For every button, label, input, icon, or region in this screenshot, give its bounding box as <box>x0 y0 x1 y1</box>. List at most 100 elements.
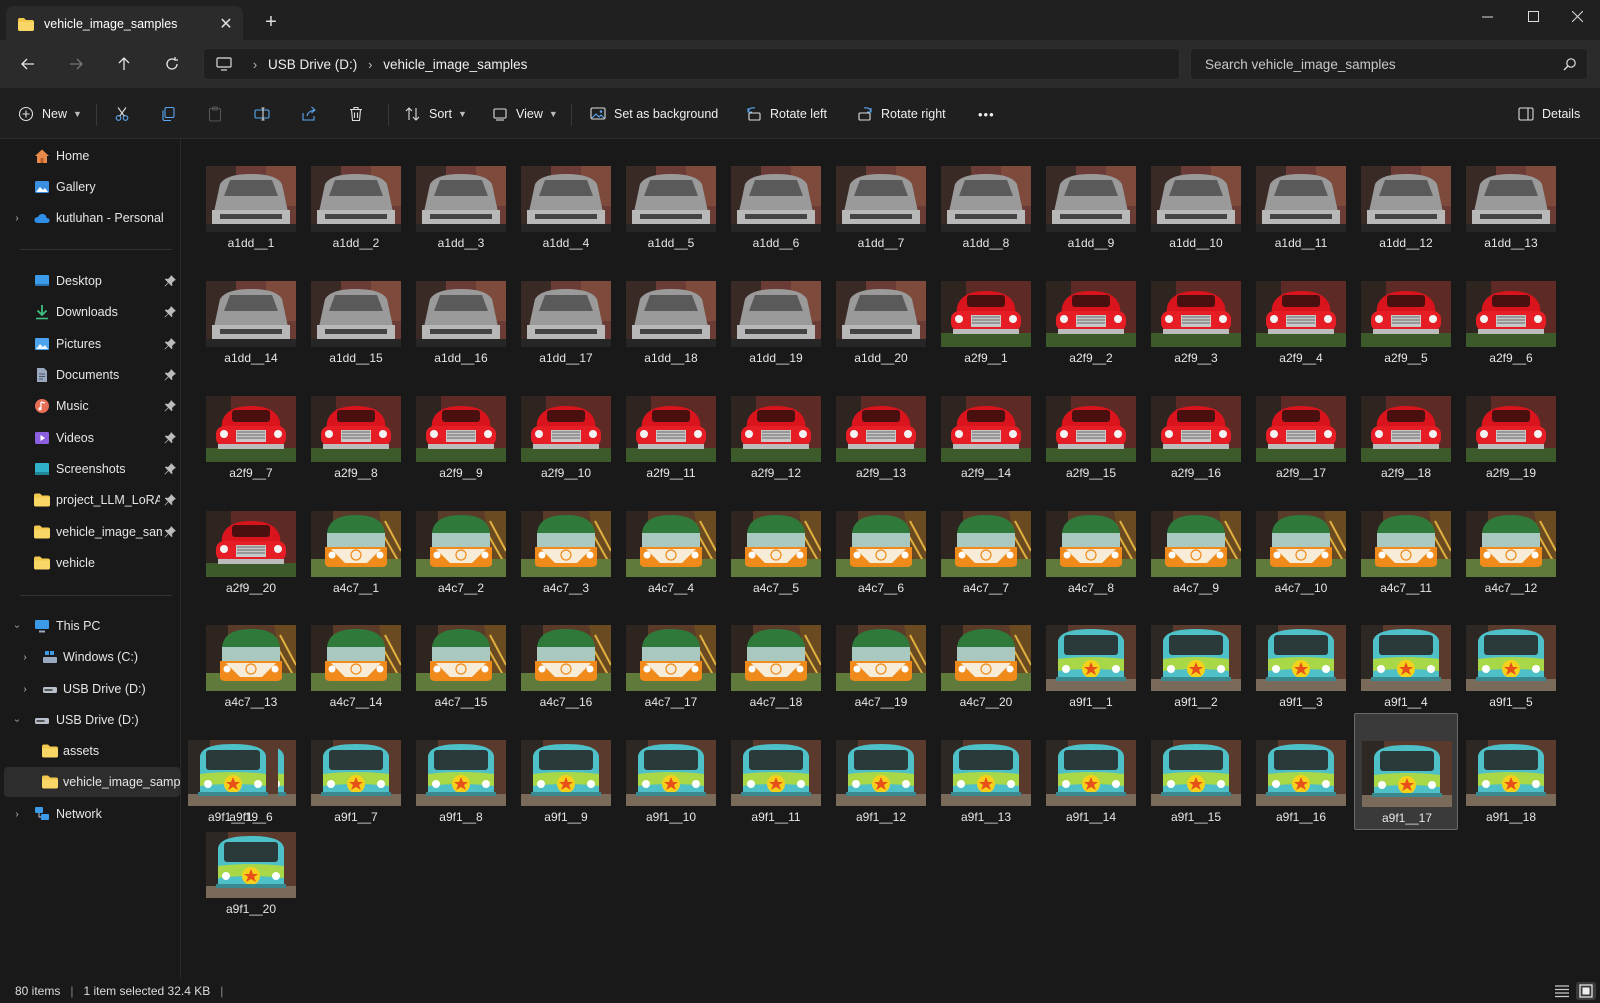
file-thumbnail[interactable]: a4c7__20 <box>934 598 1038 715</box>
cut-button[interactable] <box>114 99 130 129</box>
pin-icon[interactable] <box>164 494 176 506</box>
sidebar-item-documents[interactable]: Documents <box>0 360 180 390</box>
tab-close-icon[interactable]: ✕ <box>209 14 243 34</box>
tab-active[interactable]: vehicle_image_samples ✕ <box>6 6 243 42</box>
file-thumbnail[interactable]: a1dd__20 <box>829 254 933 371</box>
file-thumbnail[interactable]: a2f9__16 <box>1144 369 1248 486</box>
file-thumbnail[interactable]: a2f9__10 <box>514 369 618 486</box>
file-thumbnail[interactable]: a1dd__4 <box>514 139 618 256</box>
pin-icon[interactable] <box>164 306 176 318</box>
file-thumbnail[interactable]: a1dd__3 <box>409 139 513 256</box>
maximize-button[interactable] <box>1510 0 1556 32</box>
sidebar-item-gallery[interactable]: Gallery <box>0 172 180 202</box>
file-thumbnail[interactable]: a9f1__8 <box>409 713 513 830</box>
sidebar-item-this-pc[interactable]: › This PC <box>0 611 180 641</box>
file-thumbnail[interactable]: a4c7__16 <box>514 598 618 715</box>
share-button[interactable] <box>301 99 317 129</box>
file-thumbnail[interactable]: a1dd__13 <box>1459 139 1563 256</box>
file-thumbnail[interactable]: a4c7__7 <box>934 484 1038 601</box>
chevron-down-icon[interactable]: › <box>12 619 23 633</box>
forward-button[interactable] <box>60 49 92 79</box>
file-thumbnail[interactable]: a2f9__5 <box>1354 254 1458 371</box>
file-thumbnail[interactable]: a2f9__13 <box>829 369 933 486</box>
set-background-button[interactable]: Set as background <box>590 99 718 129</box>
file-thumbnail[interactable]: a4c7__3 <box>514 484 618 601</box>
breadcrumb-vehicle-image-samples[interactable]: vehicle_image_samples <box>383 57 527 72</box>
copy-button[interactable] <box>160 99 176 129</box>
file-thumbnail[interactable]: a9f1__3 <box>1249 598 1353 715</box>
paste-button[interactable] <box>207 99 223 129</box>
new-button[interactable]: New ▼ <box>18 99 82 129</box>
file-thumbnail[interactable]: a9f1__11 <box>724 713 828 830</box>
pin-icon[interactable] <box>164 463 176 475</box>
file-thumbnail[interactable]: a1dd__6 <box>724 139 828 256</box>
file-thumbnail[interactable]: a2f9__12 <box>724 369 828 486</box>
pin-icon[interactable] <box>164 338 176 350</box>
search-box[interactable] <box>1190 48 1588 80</box>
up-button[interactable] <box>108 49 140 79</box>
file-thumbnail[interactable]: a4c7__10 <box>1249 484 1353 601</box>
file-thumbnail[interactable]: a2f9__14 <box>934 369 1038 486</box>
file-thumbnail[interactable]: a2f9__9 <box>409 369 513 486</box>
file-thumbnail[interactable]: a2f9__20 <box>199 484 303 601</box>
file-thumbnail[interactable]: a4c7__12 <box>1459 484 1563 601</box>
sidebar-item-pictures[interactable]: Pictures <box>0 329 180 359</box>
file-thumbnail[interactable]: a1dd__16 <box>409 254 513 371</box>
file-thumbnail[interactable]: a4c7__17 <box>619 598 723 715</box>
file-thumbnail[interactable]: a2f9__11 <box>619 369 723 486</box>
view-button[interactable]: View ▼ <box>492 99 558 129</box>
address-bar[interactable]: › USB Drive (D:) › vehicle_image_samples <box>203 48 1180 80</box>
file-thumbnail[interactable]: a9f1__18 <box>1459 713 1563 830</box>
minimize-button[interactable] <box>1464 0 1510 32</box>
back-button[interactable] <box>12 49 44 79</box>
file-thumbnail[interactable]: a1dd__2 <box>304 139 408 256</box>
sidebar-item-vehicle[interactable]: vehicle <box>0 548 180 578</box>
file-thumbnail[interactable]: a2f9__4 <box>1249 254 1353 371</box>
pin-icon[interactable] <box>164 432 176 444</box>
file-thumbnail[interactable]: a9f1__20 <box>199 805 303 922</box>
file-thumbnail[interactable]: a2f9__15 <box>1039 369 1143 486</box>
file-thumbnail[interactable]: a1dd__11 <box>1249 139 1353 256</box>
file-thumbnail[interactable]: a9f1__4 <box>1354 598 1458 715</box>
rotate-right-button[interactable]: Rotate right <box>857 99 946 129</box>
file-thumbnail[interactable]: a2f9__17 <box>1249 369 1353 486</box>
chevron-right-icon[interactable]: › <box>18 652 32 663</box>
file-thumbnail[interactable]: a4c7__4 <box>619 484 723 601</box>
sidebar-item-usb-drive-2[interactable]: › USB Drive (D:) <box>0 705 180 735</box>
search-input[interactable] <box>1205 56 1563 72</box>
file-thumbnail[interactable]: a2f9__18 <box>1354 369 1458 486</box>
file-thumbnail[interactable]: a2f9__19 <box>1459 369 1563 486</box>
pin-icon[interactable] <box>164 400 176 412</box>
pin-icon[interactable] <box>164 275 176 287</box>
large-icons-view-button[interactable] <box>1576 982 1596 1000</box>
refresh-button[interactable] <box>156 49 188 79</box>
sidebar-item-project-llm-lora[interactable]: project_LLM_LoRA <box>0 485 180 515</box>
sidebar-item-vehicle-image-sample-selected[interactable]: vehicle_image_sample <box>4 767 180 797</box>
sidebar-item-windows-c[interactable]: › Windows (C:) <box>0 642 180 672</box>
sort-button[interactable]: Sort ▼ <box>405 99 467 129</box>
rotate-left-button[interactable]: Rotate left <box>746 99 827 129</box>
file-thumbnail[interactable]: a4c7__1 <box>304 484 408 601</box>
details-button[interactable]: Details <box>1518 99 1580 129</box>
file-thumbnail[interactable]: a1dd__1 <box>199 139 303 256</box>
file-thumbnail[interactable]: a1dd__14 <box>199 254 303 371</box>
file-thumbnail[interactable]: a1dd__12 <box>1354 139 1458 256</box>
file-thumbnail[interactable]: a1dd__10 <box>1144 139 1248 256</box>
file-thumbnail[interactable]: a1dd__15 <box>304 254 408 371</box>
sidebar-item-assets[interactable]: assets <box>0 736 180 766</box>
file-thumbnail[interactable]: a9f1__14 <box>1039 713 1143 830</box>
pin-icon[interactable] <box>164 369 176 381</box>
file-thumbnail[interactable]: a4c7__18 <box>724 598 828 715</box>
file-thumbnail[interactable]: a1dd__19 <box>724 254 828 371</box>
file-thumbnail[interactable]: a9f1__2 <box>1144 598 1248 715</box>
file-thumbnail[interactable]: a4c7__8 <box>1039 484 1143 601</box>
file-thumbnail[interactable]: a2f9__8 <box>304 369 408 486</box>
pin-icon[interactable] <box>164 526 176 538</box>
file-thumbnail[interactable]: a9f1__5 <box>1459 598 1563 715</box>
sidebar-item-usb-drive-1[interactable]: › USB Drive (D:) <box>0 674 180 704</box>
file-thumbnail[interactable]: a4c7__5 <box>724 484 828 601</box>
breadcrumb-usb-drive[interactable]: USB Drive (D:) <box>268 57 357 72</box>
file-thumbnail[interactable]: a1dd__18 <box>619 254 723 371</box>
chevron-right-icon[interactable]: › <box>18 684 32 695</box>
sidebar-item-desktop[interactable]: Desktop <box>0 266 180 296</box>
